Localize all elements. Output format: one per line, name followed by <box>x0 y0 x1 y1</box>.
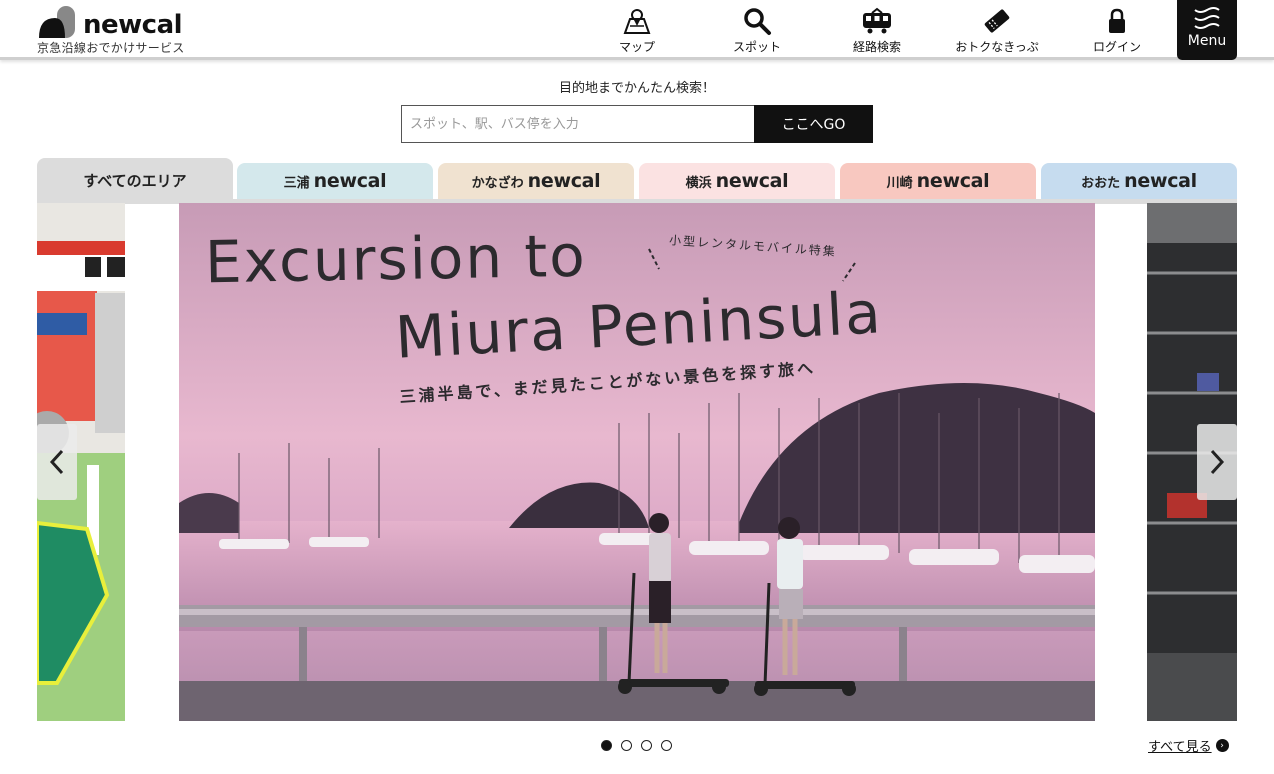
tab-yokohama[interactable]: 横浜 newcal <box>639 163 835 199</box>
tab-ota[interactable]: おおた newcal <box>1041 163 1237 199</box>
lock-icon <box>1109 8 1125 33</box>
search-icon <box>744 8 771 35</box>
map-icon <box>623 9 651 34</box>
menu-button[interactable]: Menu <box>1177 0 1237 60</box>
nav-login[interactable]: ログイン <box>1057 0 1177 60</box>
tab-label: すべてのエリア <box>83 172 187 190</box>
carousel-prev-button[interactable] <box>37 424 77 500</box>
chevron-right-icon <box>1210 449 1225 475</box>
menu-waves-icon <box>1194 7 1220 29</box>
carousel-pagination <box>601 740 681 751</box>
arrow-right-circle-icon: › <box>1215 739 1229 752</box>
search-caption: 目的地までかんたん検索！ <box>558 81 715 96</box>
tab-brand: newcal <box>313 170 387 192</box>
carousel-slide-main[interactable]: Excursion to Miura Peninsula 三浦半島で、まだ見たこ… <box>179 203 1095 721</box>
search-input[interactable] <box>401 105 755 143</box>
chevron-left-icon <box>49 449 64 475</box>
tab-label: 横浜 <box>685 175 712 191</box>
carousel-next-button[interactable] <box>1197 424 1237 500</box>
menu-label: Menu <box>1187 33 1227 49</box>
nav-login-label: ログイン <box>1092 40 1141 54</box>
tab-brand: newcal <box>715 170 789 192</box>
logo-text: newcal <box>83 10 183 40</box>
logo[interactable]: newcal <box>37 6 183 40</box>
nav-spot[interactable]: スポット <box>697 0 817 60</box>
nav-ticket[interactable]: おトクなきっぷ <box>937 0 1057 60</box>
area-tabs: すべてのエリア 三浦 newcal かなざわ newcal 横浜 newcal 川崎 n… <box>37 158 1237 203</box>
logo-mark-icon <box>37 6 77 38</box>
slide-title-line-1: Excursion to <box>204 221 588 297</box>
tab-miura[interactable]: 三浦 newcal <box>237 163 433 199</box>
tab-label: おおた <box>1081 175 1121 191</box>
search-go-button[interactable]: ここへGO <box>754 105 873 143</box>
tab-brand: newcal <box>1124 170 1197 192</box>
nav-route-label: 経路検索 <box>852 40 901 54</box>
nav-map-label: マップ <box>618 40 655 54</box>
logo-subtitle: 京急沿線おでかけサービス <box>37 41 185 55</box>
nav-spot-label: スポット <box>732 40 781 54</box>
see-all-link[interactable]: すべて見る › <box>1148 736 1229 755</box>
main-nav: マップ スポット 経路検索 おトクなきっぷ ログイン <box>577 0 1177 60</box>
carousel-dot-2[interactable] <box>621 740 632 751</box>
see-all-label: すべて見る <box>1148 740 1212 755</box>
tab-kanazawa[interactable]: かなざわ newcal <box>438 163 634 199</box>
carousel-dot-1[interactable] <box>601 740 612 751</box>
nav-map[interactable]: マップ <box>577 0 697 60</box>
nav-ticket-label: おトクなきっぷ <box>955 40 1039 54</box>
hero-carousel: Excursion to Miura Peninsula 三浦半島で、まだ見たこ… <box>37 203 1237 721</box>
header: newcal 京急沿線おでかけサービス マップ スポット 経路検索 おトクなきっ… <box>0 0 1274 60</box>
ticket-icon <box>984 9 1010 33</box>
tab-all-areas[interactable]: すべてのエリア <box>37 158 233 203</box>
tab-label: 三浦 <box>283 175 310 191</box>
carousel-dot-4[interactable] <box>661 740 672 751</box>
tab-brand: newcal <box>916 170 990 192</box>
carousel-dot-3[interactable] <box>641 740 652 751</box>
nav-route[interactable]: 経路検索 <box>817 0 937 60</box>
tab-label: 川崎 <box>886 175 913 191</box>
train-icon <box>863 7 891 34</box>
tab-label: かなざわ <box>471 175 524 191</box>
tab-kawasaki[interactable]: 川崎 newcal <box>840 163 1036 199</box>
tab-brand: newcal <box>527 170 601 192</box>
